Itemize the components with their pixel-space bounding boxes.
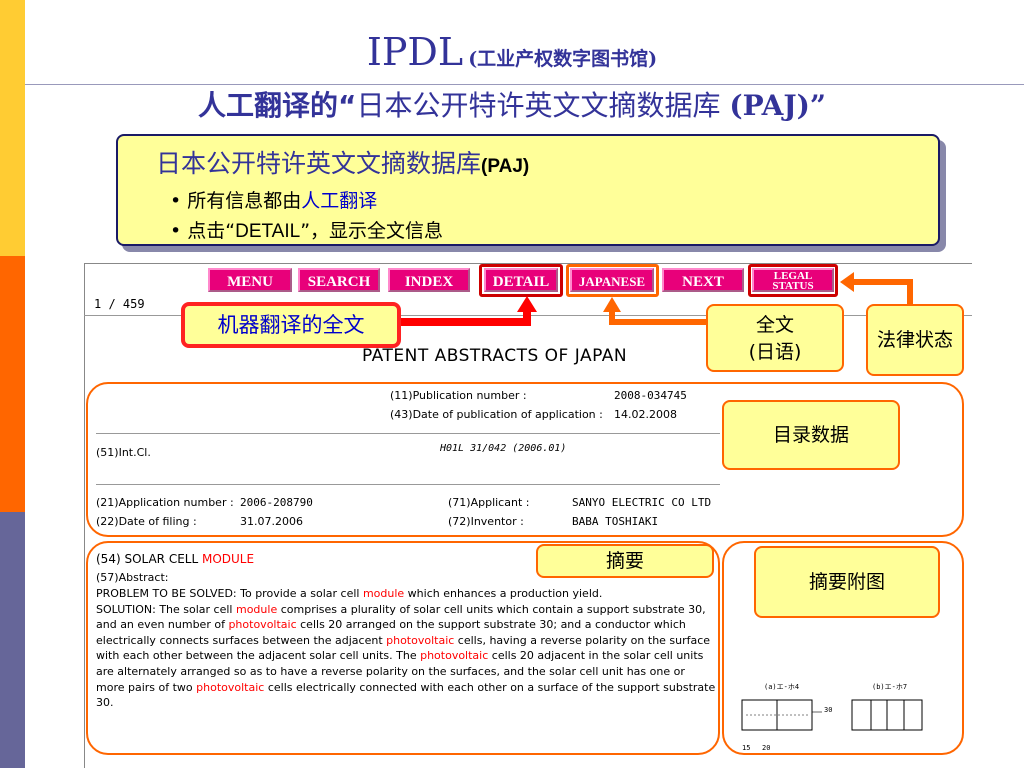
pub-number-label: (11)Publication number : — [390, 389, 527, 402]
abstract-title: (54) SOLAR CELL MODULE — [96, 552, 254, 566]
abstract-title-prefix: (54) SOLAR CELL — [96, 552, 202, 566]
info-title-suffix: (PAJ) — [481, 156, 530, 177]
inventor-value: BABA TOSHIAKI — [572, 515, 659, 528]
figure-callout-30: 30 — [824, 706, 833, 714]
legal-highlight — [748, 264, 838, 297]
intcl-label: (51)Int.Cl. — [96, 446, 151, 459]
callout-fulltext-japanese: 全文 (日语) — [706, 304, 844, 372]
title-sub: (工业产权数字图书馆) — [468, 48, 658, 70]
subtitle-suffix: (PAJ)” — [729, 89, 826, 122]
title-main: IPDL — [366, 30, 464, 74]
inventor-label: (72)Inventor : — [448, 515, 524, 528]
info-bullet-1-link: 人工翻译 — [301, 190, 378, 212]
app-number-value: 2006-208790 — [240, 496, 313, 509]
info-box-title: 日本公开特许英文文摘数据库(PAJ) — [156, 144, 529, 180]
search-button[interactable]: SEARCH — [298, 268, 380, 292]
abstract-keyword-highlight: photovoltaic — [196, 680, 265, 694]
abstract-keyword-highlight: photovoltaic — [420, 649, 489, 663]
abstract-text: which enhances a production yield. — [404, 587, 603, 600]
detail-highlight — [479, 264, 563, 297]
info-title-text: 日本公开特许英文文摘数据库 — [156, 149, 482, 178]
next-button[interactable]: NEXT — [662, 268, 744, 292]
japanese-highlight — [566, 264, 659, 297]
applicant-label: (71)Applicant : — [448, 496, 530, 509]
pub-date-label: (43)Date of publication of application : — [390, 408, 603, 421]
info-box: 日本公开特许英文文摘数据库(PAJ) • 所有信息都由人工翻译 • 点击“DET… — [116, 134, 940, 246]
info-bullet-1: • 所有信息都由人工翻译 — [170, 186, 377, 213]
figure-callout-20: 20 — [762, 744, 771, 752]
callout-bibliographic: 目录数据 — [722, 400, 900, 470]
abstract-text: PROBLEM TO BE SOLVED: To provide a solar… — [96, 587, 363, 600]
slide-subtitle: 人工翻译的“日本公开特许英文文摘数据库 (PAJ)” — [0, 84, 1024, 124]
index-button[interactable]: INDEX — [388, 268, 470, 292]
abstract-body: PROBLEM TO BE SOLVED: To provide a solar… — [96, 586, 716, 711]
patent-abstracts-title: PATENT ABSTRACTS OF JAPAN — [362, 346, 628, 366]
left-strip-orange — [0, 256, 25, 512]
info-bullet-2: • 点击“DETAIL”，显示全文信息 — [170, 216, 443, 243]
applicant-value: SANYO ELECTRIC CO LTD — [572, 496, 712, 509]
figure-callout-15: 15 — [742, 744, 751, 752]
abstract-title-highlight: MODULE — [201, 552, 255, 566]
subtitle-middle: 日本公开特许英文文摘数据库 — [356, 89, 730, 122]
abstract-label: (57)Abstract: — [96, 571, 169, 584]
callout-abstract: 摘要 — [536, 544, 714, 578]
bib-divider-1 — [96, 433, 720, 434]
app-number-label: (21)Application number : — [96, 496, 234, 509]
slide-title: IPDL (工业产权数字图书馆) — [0, 30, 1024, 74]
pub-number-value: 2008-034745 — [614, 389, 687, 402]
abstract-figure-drawing — [741, 699, 923, 731]
filing-date-label: (22)Date of filing : — [96, 515, 197, 528]
subtitle-prefix: 人工翻译的“ — [198, 89, 357, 122]
abstract-keyword-highlight: photovoltaic — [386, 633, 455, 647]
abstract-keyword-highlight: photovoltaic — [228, 618, 297, 632]
pub-date-value: 14.02.2008 — [614, 408, 677, 421]
bib-divider-2 — [96, 484, 720, 485]
callout-fulltext-line2: (日语) — [748, 341, 802, 363]
info-bullet-2-prefix: • 点击“ — [170, 220, 236, 242]
callout-machine-translation: 机器翻译的全文 — [181, 302, 401, 348]
callout-abstract-figure: 摘要附图 — [754, 546, 940, 618]
abstract-keyword-highlight: module — [235, 602, 278, 616]
abstract-text: SOLUTION: The solar cell — [96, 602, 236, 616]
abstract-keyword-highlight: module — [362, 587, 405, 600]
left-strip-purple — [0, 512, 25, 768]
info-bullet-1-prefix: • 所有信息都由 — [170, 190, 302, 212]
page-counter: 1 / 459 — [94, 297, 145, 311]
filing-date-value: 31.07.2006 — [240, 515, 303, 528]
callout-legal-status: 法律状态 — [866, 304, 964, 376]
info-bullet-2-suffix: ”，显示全文信息 — [300, 220, 444, 242]
callout-fulltext-line1: 全文 — [755, 314, 794, 336]
intcl-value: H01L 31/042 (2006.01) — [440, 443, 567, 454]
menu-button[interactable]: MENU — [208, 268, 292, 292]
info-bullet-2-code: DETAIL — [235, 221, 301, 242]
